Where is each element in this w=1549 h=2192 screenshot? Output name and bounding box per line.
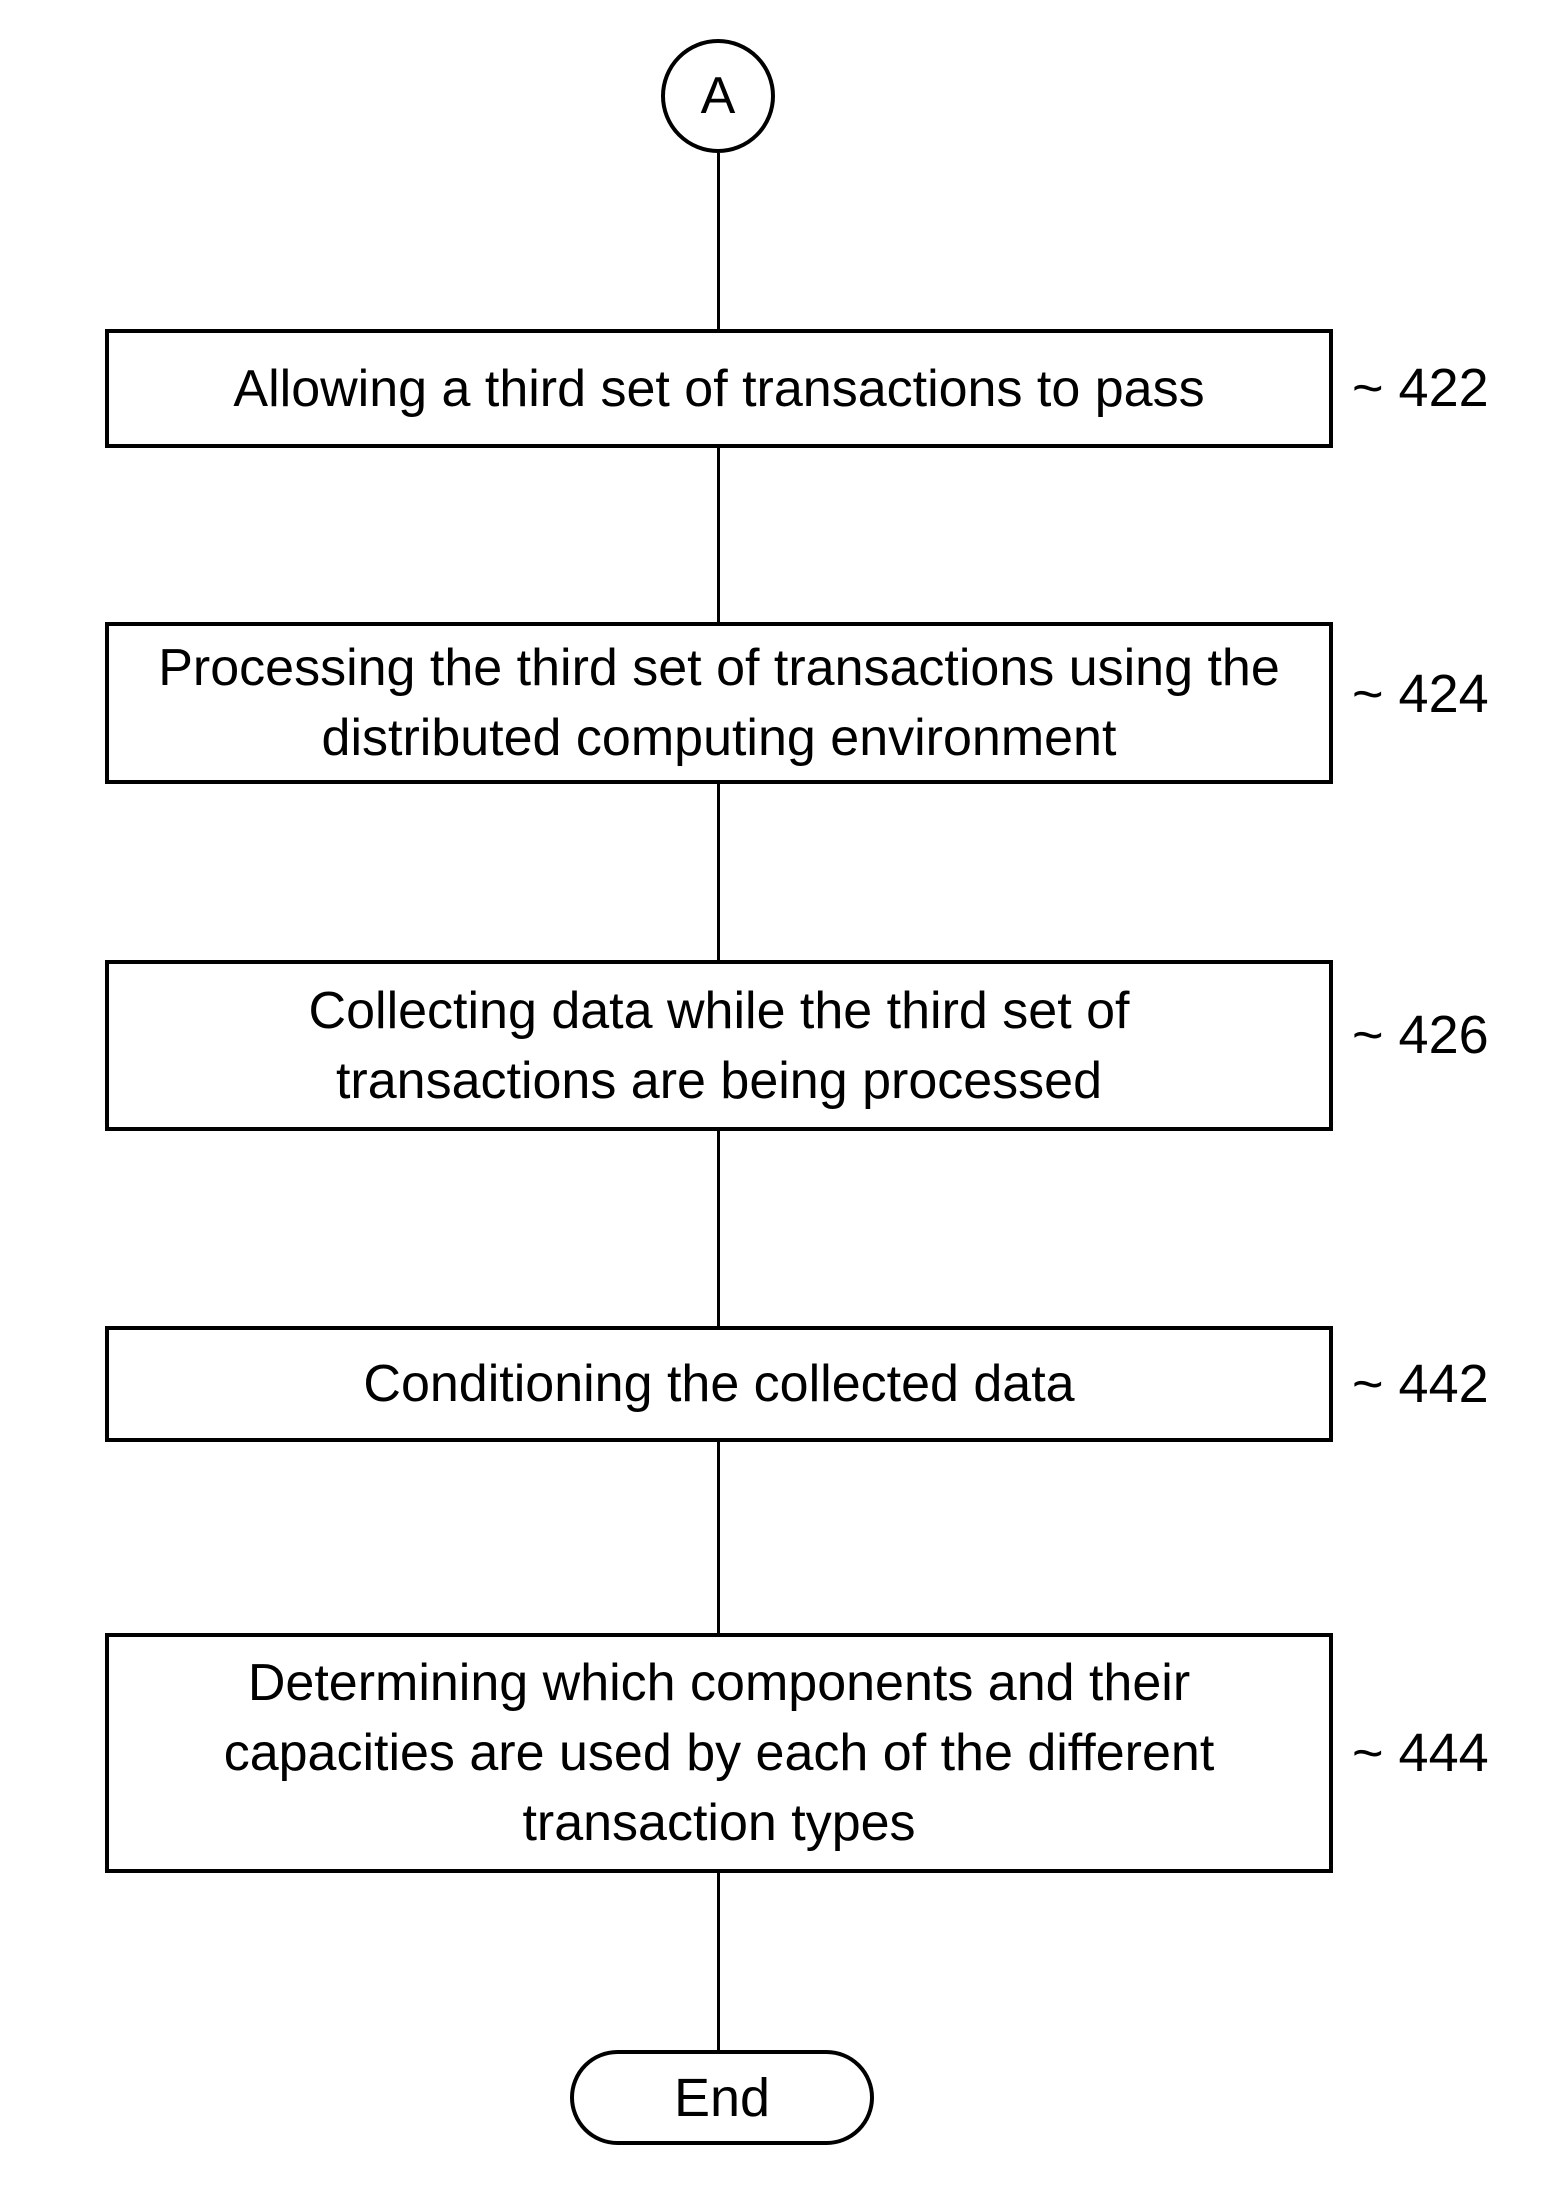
step-reference-444: ~ 444 [1352,1723,1489,1783]
step-text: Allowing a third set of transactions to … [233,359,1205,418]
step-box-422: Allowing a third set of transactions to … [105,329,1333,448]
step-text: Determining which components and their c… [223,1654,1215,1852]
flow-line [717,1440,720,1635]
flow-line [717,782,720,962]
connector-node-a: A [661,39,775,153]
end-label: End [673,2067,771,2128]
step-reference-422: ~ 422 [1352,358,1489,418]
flow-line [717,446,720,624]
step-box-442: Conditioning the collected data [105,1326,1333,1442]
flow-line [717,153,720,331]
end-terminator: End [570,2050,874,2145]
step-box-424: Processing the third set of transactions… [105,622,1333,784]
step-text: Processing the third set of transactions… [158,639,1280,767]
step-reference-426: ~ 426 [1352,1005,1489,1065]
flowchart: A Allowing a third set of transactions t… [0,0,1549,2192]
flow-line [717,1129,720,1328]
step-reference-442: ~ 442 [1352,1354,1489,1414]
step-text: Conditioning the collected data [363,1355,1075,1413]
flow-line [717,1871,720,2052]
step-reference-424: ~ 424 [1352,664,1489,724]
step-box-426: Collecting data while the third set of t… [105,960,1333,1131]
step-text: Collecting data while the third set of t… [308,981,1130,1110]
step-box-444: Determining which components and their c… [105,1633,1333,1873]
connector-label: A [700,67,736,125]
